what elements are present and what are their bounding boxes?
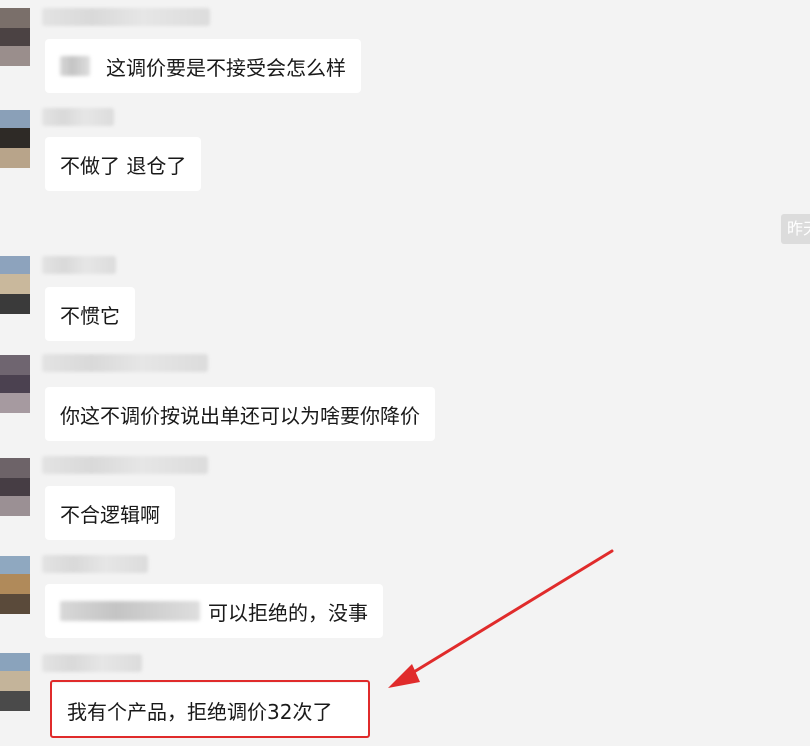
sender-name-redacted <box>42 256 116 274</box>
sender-name-redacted <box>42 8 210 26</box>
message-text: 不惯它 <box>60 303 120 328</box>
message-bubble[interactable]: 不惯它 <box>45 287 135 341</box>
redacted-text <box>60 601 200 621</box>
avatar[interactable] <box>0 8 30 66</box>
message-bubble[interactable]: 你这不调价按说出单还可以为啥要你降价 <box>45 387 435 441</box>
message-bubble[interactable]: 可以拒绝的，没事 <box>45 584 383 638</box>
avatar[interactable] <box>0 653 30 711</box>
avatar[interactable] <box>0 458 30 516</box>
message-text: 可以拒绝的，没事 <box>208 600 368 625</box>
message-bubble[interactable]: 不做了 退仓了 <box>45 137 202 191</box>
avatar[interactable] <box>0 355 30 413</box>
message-text: 这调价要是不接受会怎么样 <box>106 55 346 80</box>
timestamp-badge: 昨天 <box>781 214 810 244</box>
avatar[interactable] <box>0 110 30 168</box>
chat-window: 这调价要是不接受会怎么样 不做了 退仓了 昨天 不惯它 你这不调价按说出单还可以… <box>0 0 810 746</box>
message-text: 不做了 退仓了 <box>60 153 187 178</box>
annotation-highlight-box <box>50 680 370 738</box>
message-bubble[interactable]: 这调价要是不接受会怎么样 <box>45 39 361 93</box>
sender-name-redacted <box>42 555 148 573</box>
avatar[interactable] <box>0 556 30 614</box>
sender-name-redacted <box>42 654 142 672</box>
redacted-text <box>60 56 90 76</box>
sender-name-redacted <box>42 354 208 372</box>
message-text: 不合逻辑啊 <box>60 502 160 527</box>
sender-name-redacted <box>42 456 208 474</box>
message-text: 你这不调价按说出单还可以为啥要你降价 <box>60 403 420 428</box>
sender-name-redacted <box>42 108 114 126</box>
message-bubble[interactable]: 不合逻辑啊 <box>45 486 175 540</box>
avatar[interactable] <box>0 256 30 314</box>
